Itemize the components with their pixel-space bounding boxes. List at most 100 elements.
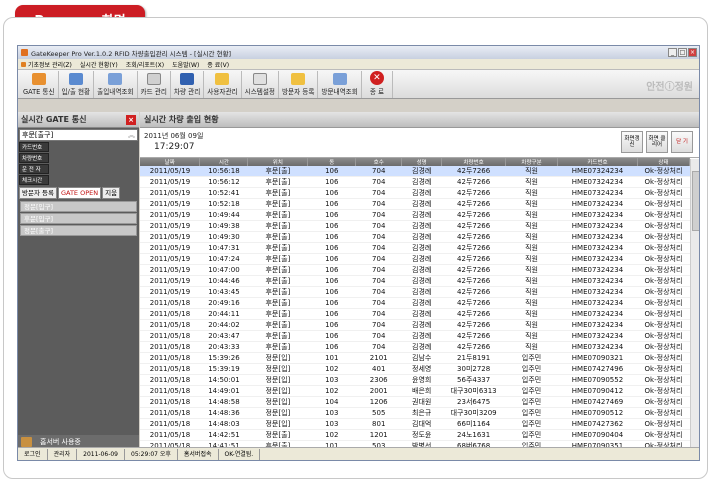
menu-report[interactable]: 조회/리포트(X)	[126, 60, 164, 69]
table-row[interactable]: 2011/05/19 10:49:30 후문[출] 106 704 김경례 42두7266 직…	[140, 231, 690, 244]
table-row[interactable]: 2011/05/19 10:52:41 후문[출] 106 704 김경례 42두7266 직…	[140, 187, 690, 200]
table-cell: 2011/05/18	[140, 407, 200, 420]
column-header[interactable]: 상태	[637, 158, 691, 166]
column-header[interactable]: 차량구분	[505, 158, 559, 166]
table-cell: 직원	[505, 166, 558, 178]
column-header[interactable]: 동	[307, 158, 357, 166]
table-row[interactable]: 2011/05/18 14:48:36 정문[입] 103 505 최은규 대구30미320…	[140, 407, 690, 420]
table-row[interactable]: 2011/05/19 10:43:45 후문[출] 106 704 김경례 42두7266 직…	[140, 286, 690, 299]
column-header[interactable]: 시간	[199, 158, 249, 166]
menu-help[interactable]: 도움말(W)	[172, 60, 199, 69]
column-header[interactable]: 카드번호	[557, 158, 638, 166]
table-cell: 대구30미6313	[441, 385, 506, 398]
gate-item-front-in[interactable]: 정문[입구]	[20, 201, 137, 212]
clear-screen-button[interactable]: 화면 클리어	[646, 131, 668, 153]
table-cell: 직원	[505, 231, 558, 244]
toolbar-visitor-register-button[interactable]: 방문자 등록	[279, 71, 319, 98]
table-cell: 20:44:02	[199, 319, 248, 332]
column-header[interactable]: 호수	[355, 158, 403, 166]
table-row[interactable]: 2011/05/19 10:44:46 후문[출] 106 704 김경례 42두7266 직…	[140, 275, 690, 288]
table-cell: 106	[307, 253, 356, 266]
table-cell: 401	[355, 363, 402, 376]
menu-realtime[interactable]: 실시간 현황(Y)	[80, 60, 118, 69]
toolbar-vehicle-button[interactable]: 차량 관리	[171, 71, 205, 98]
gate-open-button[interactable]: GATE OPEN	[57, 187, 102, 199]
table-cell: 704	[355, 187, 402, 200]
table-row[interactable]: 2011/05/18 14:50:01 정문[입] 103 2306 윤영희 56주4337…	[140, 374, 690, 387]
table-row[interactable]: 2011/05/19 10:47:00 후문[출] 106 704 김경례 42두7266 직…	[140, 264, 690, 277]
table-row[interactable]: 2011/05/18 14:48:58 정문[입] 104 1206 권대원 23서6475…	[140, 396, 690, 409]
status-server: 홈서버접속	[178, 448, 219, 460]
toolbar-user-button[interactable]: 사용자관리	[204, 71, 242, 98]
table-cell: 42두7266	[441, 330, 506, 343]
table-row[interactable]: 2011/05/19 10:49:38 후문[출] 106 704 김경례 42두7266 직…	[140, 220, 690, 233]
home-icon	[21, 437, 32, 447]
table-row[interactable]: 2011/05/18 20:43:47 후문[출] 106 704 김경례 42두7266 직…	[140, 330, 690, 343]
table-cell: 김경례	[401, 341, 442, 354]
gate-select[interactable]: 후문[출구] ︽	[19, 129, 138, 141]
toolbar-visit-history-button[interactable]: 방문내역조회	[318, 71, 362, 98]
table-row[interactable]: 2011/05/18 15:39:26 정문[입] 101 2101 김남수 21두8191…	[140, 352, 690, 365]
table-cell: 직원	[505, 330, 558, 343]
column-header[interactable]: 날짜	[140, 158, 201, 166]
table-row[interactable]: 2011/05/19 10:52:18 후문[출] 106 704 김경례 42두7266 직…	[140, 198, 690, 211]
table-row[interactable]: 2011/05/19 10:47:24 후문[출] 106 704 김경례 42두7266 직…	[140, 253, 690, 266]
status-date: 2011-06-09	[77, 448, 125, 460]
table-cell: 김경례	[401, 231, 442, 244]
table-row[interactable]: 2011/05/19 10:56:12 후문[출] 106 704 김경례 42두7266 직…	[140, 176, 690, 189]
table-row[interactable]: 2011/05/18 20:44:02 후문[출] 106 704 김경례 42두7266 직…	[140, 319, 690, 332]
table-row[interactable]: 2011/05/18 20:44:11 후문[출] 106 704 김경례 42두7266 직…	[140, 308, 690, 321]
table-cell: 김경례	[401, 297, 442, 310]
table-cell: 대구30미3209	[441, 407, 506, 420]
menu-exit[interactable]: 종 료(V)	[207, 60, 229, 69]
search-icon	[332, 73, 347, 85]
toolbar-exit-button[interactable]: ✕ 종 료	[362, 71, 394, 98]
menu-basic-info[interactable]: 기초정보 관리(Z)	[21, 60, 72, 69]
toolbar-card-button[interactable]: 카드 관리	[138, 71, 171, 98]
table-row[interactable]: 2011/05/19 10:56:18 후문[출] 106 704 김경례 42두7266 직…	[140, 166, 690, 178]
table-cell: 2011/05/19	[140, 176, 200, 189]
table-row[interactable]: 2011/05/18 14:48:03 정문[입] 103 801 김대억 66미1164 입…	[140, 418, 690, 431]
table-cell: HME07324234	[557, 275, 638, 288]
table-cell: 배은희	[401, 385, 442, 398]
maximize-button[interactable]: □	[678, 48, 687, 57]
scroll-thumb[interactable]	[692, 171, 699, 231]
table-cell: HME07427469	[557, 396, 638, 409]
table-row[interactable]: 2011/05/18 14:49:01 정문[입] 102 2001 배은희 대구30미63…	[140, 385, 690, 398]
toolbar-history-button[interactable]: 출입내역조회	[94, 71, 138, 98]
column-header[interactable]: 위치	[247, 158, 309, 166]
table-cell: 정문[입]	[247, 396, 308, 409]
table-cell: 김경례	[401, 209, 442, 222]
column-header[interactable]: 차량번호	[441, 158, 507, 166]
toolbar-inout-status-button[interactable]: 입/출 현황	[59, 71, 95, 98]
exit-icon: ✕	[369, 71, 384, 85]
table-row[interactable]: 2011/05/18 20:43:33 후문[출] 106 704 김경례 42두7266 직…	[140, 341, 690, 354]
table-cell: HME07324234	[557, 242, 638, 255]
table-cell: 김경례	[401, 275, 442, 288]
table-cell: HME07324234	[557, 286, 638, 299]
table-row[interactable]: 2011/05/19 10:47:31 후문[출] 106 704 김경례 42두7266 직…	[140, 242, 690, 255]
close-icon[interactable]: ×	[126, 114, 136, 125]
table-row[interactable]: 2011/05/19 10:49:44 후문[출] 106 704 김경례 42두7266 직…	[140, 209, 690, 222]
column-header[interactable]: 성명	[401, 158, 443, 166]
table-cell: 704	[355, 176, 402, 189]
toolbar-settings-button[interactable]: 시스템설정	[242, 71, 279, 98]
close-panel-button[interactable]: 닫 기	[671, 131, 693, 153]
table-cell: 42두7266	[441, 308, 506, 321]
gate-item-rear-in[interactable]: 후문[입구]	[20, 213, 137, 224]
refresh-button[interactable]: 화면갱신	[621, 131, 643, 153]
table-row[interactable]: 2011/05/18 15:39:19 정문[입] 102 401 정세영 30미2728 입…	[140, 363, 690, 376]
table-scrollbar[interactable]	[690, 159, 699, 449]
clear-button[interactable]: 지움	[102, 187, 121, 199]
gate-item-front-out[interactable]: 정문[출구]	[20, 225, 137, 236]
table-cell: 권대원	[401, 396, 442, 409]
table-cell: 106	[307, 231, 356, 244]
minimize-button[interactable]: _	[668, 48, 677, 57]
table-cell: 14:50:01	[199, 374, 248, 387]
visitor-register-button[interactable]: 방문자 등록	[19, 187, 57, 199]
table-cell: 20:43:33	[199, 341, 248, 354]
table-row[interactable]: 2011/05/18 14:42:51 정문[출] 102 1201 정도윤 24노1631…	[140, 429, 690, 442]
toolbar-gate-comm-button[interactable]: GATE 통신	[20, 71, 59, 98]
table-row[interactable]: 2011/05/18 20:49:16 후문[출] 106 704 김경례 42두7266 직…	[140, 297, 690, 310]
close-window-button[interactable]: ×	[688, 48, 697, 57]
